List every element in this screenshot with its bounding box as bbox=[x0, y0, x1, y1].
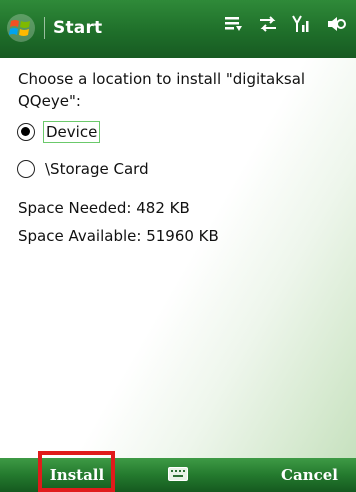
start-button[interactable]: Start bbox=[6, 8, 102, 48]
option-storage-card[interactable]: \Storage Card bbox=[17, 159, 151, 179]
install-location-prompt: Choose a location to install "digitaksal… bbox=[18, 70, 306, 110]
title-bar: Start bbox=[0, 0, 356, 58]
screen: Start Choose a location to install "digi… bbox=[0, 0, 356, 492]
title-separator bbox=[44, 17, 45, 39]
space-needed-text: Space Needed: 482 KB bbox=[18, 199, 190, 217]
soft-key-bar: Install Cancel bbox=[0, 458, 356, 492]
install-button[interactable]: Install bbox=[42, 458, 112, 492]
keyboard-icon[interactable] bbox=[168, 467, 188, 481]
title-text: Start bbox=[53, 18, 103, 38]
storage-card-radio-label[interactable]: \Storage Card bbox=[43, 159, 151, 179]
space-available-text: Space Available: 51960 KB bbox=[18, 227, 219, 245]
signal-strength-icon[interactable] bbox=[292, 14, 312, 34]
status-icons bbox=[224, 14, 346, 34]
sync-icon[interactable] bbox=[258, 15, 278, 33]
device-radio-label[interactable]: Device bbox=[43, 121, 101, 143]
cancel-button[interactable]: Cancel bbox=[268, 458, 338, 492]
content-area: Choose a location to install "digitaksal… bbox=[0, 58, 356, 458]
windows-flag-icon bbox=[7, 14, 35, 42]
storage-card-radio-button[interactable] bbox=[17, 160, 35, 178]
device-radio-button[interactable] bbox=[17, 123, 35, 141]
network-activity-icon[interactable] bbox=[224, 15, 244, 33]
volume-icon[interactable] bbox=[326, 14, 346, 34]
option-device[interactable]: Device bbox=[17, 121, 101, 143]
